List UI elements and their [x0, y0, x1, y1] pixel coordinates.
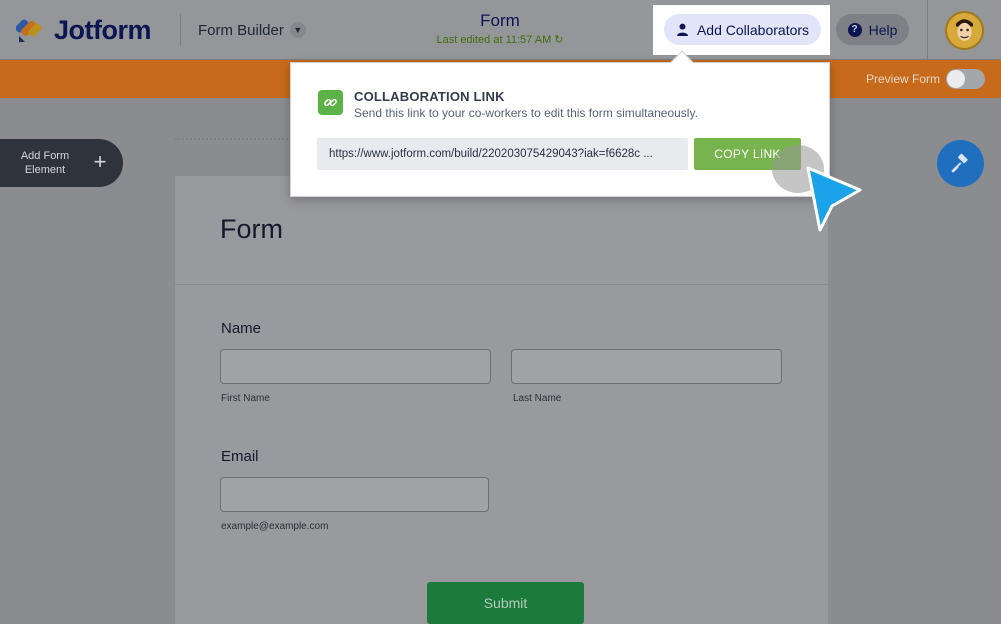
help-label: Help [868, 21, 898, 38]
paint-roller-icon [951, 153, 968, 173]
chevron-down-icon: ▼ [289, 22, 306, 38]
help-button[interactable]: ? Help [836, 14, 909, 45]
name-label: Name [221, 320, 262, 337]
form-heading-divider [175, 284, 828, 285]
add-collaborators-button[interactable]: Add Collaborators [664, 14, 821, 45]
submit-button[interactable]: Submit [427, 582, 584, 624]
popup-title: COLLABORATION LINK [354, 89, 505, 104]
refresh-icon[interactable]: ↻ [554, 34, 563, 46]
jotform-logo[interactable]: Jotform [16, 14, 166, 46]
last-edited-text: Last edited at 11:57 AM [436, 34, 552, 46]
form-heading[interactable]: Form [220, 214, 283, 245]
add-collaborators-label: Add Collaborators [696, 21, 810, 38]
cursor-arrow-icon [806, 166, 862, 232]
add-form-element-label: Add Form Element [0, 149, 90, 177]
last-edited-status: Last edited at 11:57 AM ↻ [400, 33, 600, 46]
form-builder-dropdown[interactable]: Form Builder ▼ [198, 18, 306, 42]
preview-form-label: Preview Form [866, 72, 941, 86]
form-title[interactable]: Form [420, 11, 580, 31]
collaboration-link-popup [290, 62, 830, 197]
first-name-input[interactable] [220, 349, 491, 384]
form-builder-label: Form Builder [198, 21, 284, 39]
form-designer-button[interactable] [937, 140, 984, 187]
add-element-line1: Add Form [20, 150, 70, 162]
popup-description: Send this link to your co-workers to edi… [354, 106, 698, 120]
add-element-line2: Element [24, 164, 66, 176]
toggle-knob [947, 70, 965, 88]
header-divider-right [927, 0, 928, 60]
last-name-sublabel: Last Name [513, 393, 562, 404]
link-icon [318, 90, 343, 115]
avatar[interactable] [945, 11, 984, 50]
collaboration-link-field[interactable]: https://www.jotform.com/build/2202030754… [317, 138, 688, 170]
email-label: Email [221, 448, 259, 465]
jotform-logo-icon [16, 19, 42, 42]
link-glyph-icon [324, 98, 337, 107]
first-name-sublabel: First Name [221, 393, 270, 404]
plus-icon: + [93, 149, 107, 174]
avatar-face-icon [947, 13, 982, 48]
email-input[interactable] [220, 477, 489, 512]
user-icon [676, 23, 688, 36]
add-form-element-button[interactable]: Add Form Element + [0, 139, 123, 187]
header-divider [180, 14, 181, 46]
help-icon: ? [847, 22, 862, 37]
preview-form-toggle[interactable] [946, 69, 985, 89]
logo-text: Jotform [54, 14, 152, 45]
last-name-input[interactable] [511, 349, 782, 384]
email-sublabel: example@example.com [221, 521, 329, 532]
